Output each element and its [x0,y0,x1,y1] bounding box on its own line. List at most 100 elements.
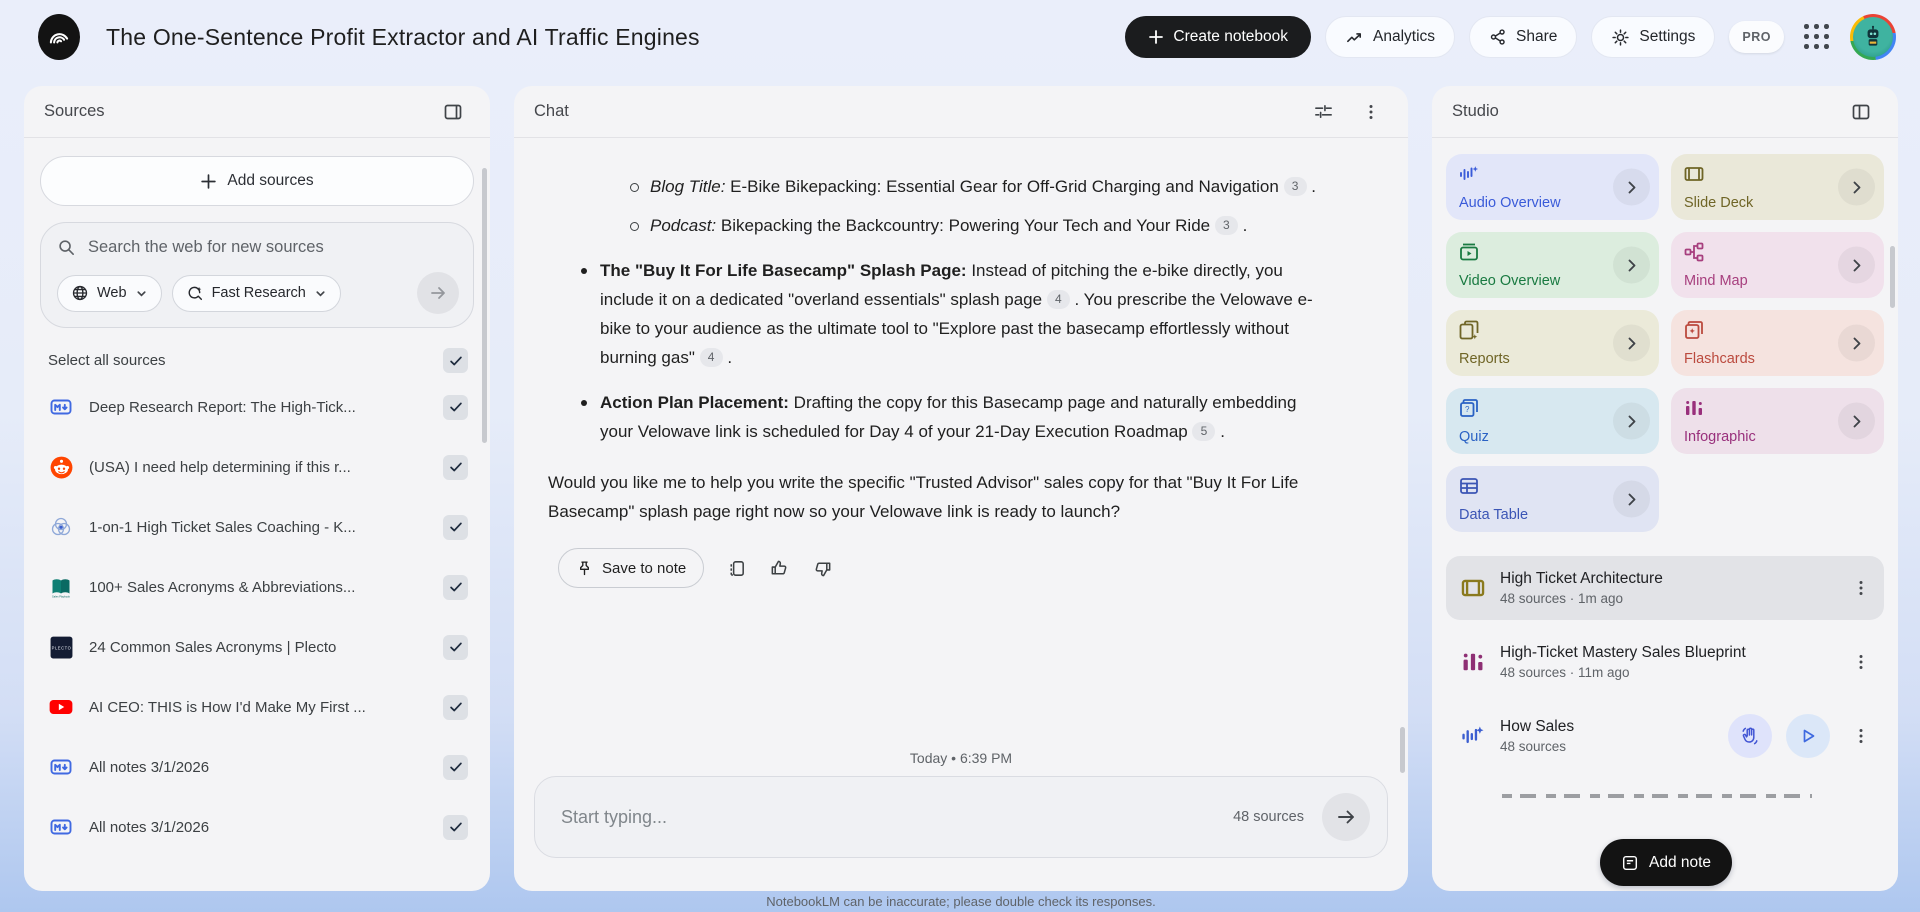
thumbs-up-icon[interactable] [769,558,790,579]
chevron-right-icon[interactable] [1613,402,1650,440]
source-item[interactable]: (USA) I need help determining if this r.… [40,437,474,497]
tile-label: Mind Map [1684,273,1748,289]
markdown-icon [49,755,73,779]
item-more-options-icon[interactable] [1844,719,1878,753]
analytics-icon [1345,28,1364,47]
source-item[interactable]: 1-on-1 High Ticket Sales Coaching - K... [40,497,474,557]
studio-tile-data-table[interactable]: Data Table [1446,466,1659,532]
chat-input[interactable] [561,806,1234,828]
source-checkbox[interactable] [443,814,468,840]
studio-tile-flashcards[interactable]: Flashcards [1671,310,1884,376]
citation-chip[interactable]: 3 [1214,216,1238,235]
studio-panel-title: Studio [1452,102,1499,120]
collapse-sources-panel-icon[interactable] [436,95,470,129]
search-input[interactable] [88,238,459,257]
citation-chip[interactable]: 3 [1283,177,1307,196]
collapse-studio-panel-icon[interactable] [1844,95,1878,129]
chat-text: Bikepacking the Backcountry: Powering Yo… [716,216,1215,235]
chevron-right-icon[interactable] [1838,168,1875,206]
source-checkbox[interactable] [443,694,468,720]
source-item[interactable]: Sales Playbook 100+ Sales Acronyms & Abbr… [40,557,474,617]
chat-text: Podcast: [650,216,717,235]
research-mode-dropdown[interactable]: Fast Research [171,274,341,312]
web-source-dropdown[interactable]: Web [57,274,162,312]
play-button[interactable] [1786,714,1830,758]
chevron-right-icon[interactable] [1613,480,1650,518]
studio-item[interactable]: High-Ticket Mastery Sales Blueprint 48 so… [1446,630,1884,694]
studio-item-title: High Ticket Architecture [1500,570,1663,587]
notebook-title[interactable]: The One-Sentence Profit Extractor and AI… [106,24,700,51]
gear-icon [1611,28,1630,47]
chevron-right-icon[interactable] [1838,402,1875,440]
add-note-button[interactable]: Add note [1600,839,1733,886]
chat-paragraph: The "Buy It For Life Basecamp" Splash Pa… [580,256,1322,372]
avatar[interactable] [1850,14,1896,60]
item-more-options-icon[interactable] [1844,571,1878,605]
chevron-right-icon[interactable] [1613,324,1650,362]
settings-button[interactable]: Settings [1591,16,1716,58]
infographic-icon [1683,397,1705,419]
chat-text: E-Bike Bikepacking: Essential Gear for O… [725,177,1284,196]
interactive-mode-button[interactable] [1728,714,1772,758]
notebooklm-logo-icon[interactable] [38,14,80,60]
studio-tile-audio-overview[interactable]: Audio Overview [1446,154,1659,220]
studio-tile-slide-deck[interactable]: Slide Deck [1671,154,1884,220]
studio-tile-mind-map[interactable]: Mind Map [1671,232,1884,298]
analytics-button[interactable]: Analytics [1324,16,1456,58]
plecto-icon: PLECTO [49,635,74,660]
share-button[interactable]: Share [1469,16,1578,58]
studio-item[interactable]: How Sales 48 sources [1446,704,1884,768]
studio-item-title: High-Ticket Mastery Sales Blueprint [1500,644,1746,661]
slide-deck-icon [1683,163,1705,185]
source-item[interactable]: Deep Research Report: The High-Tick... [40,377,474,437]
source-item[interactable]: All notes 3/1/2026 [40,797,474,857]
source-checkbox[interactable] [443,454,468,480]
studio-item[interactable]: High Ticket Architecture 48 sources · 1m … [1446,556,1884,620]
studio-tile-reports[interactable]: Reports [1446,310,1659,376]
source-title: (USA) I need help determining if this r.… [89,458,351,476]
source-checkbox[interactable] [443,754,468,780]
svg-text:?: ? [1465,405,1470,414]
create-notebook-button[interactable]: Create notebook [1125,16,1311,58]
book-icon: Sales Playbook [49,575,73,599]
chat-more-options-icon[interactable] [1354,95,1388,129]
source-item[interactable]: All notes 3/1/2026 [40,737,474,797]
plus-icon [1148,29,1164,45]
google-apps-grid-icon[interactable] [1804,24,1830,50]
studio-tile-quiz[interactable]: ? Quiz [1446,388,1659,454]
search-submit-button[interactable] [417,272,459,314]
thumbs-down-icon[interactable] [812,558,833,579]
chat-scrollbar[interactable] [1400,727,1405,773]
source-checkbox[interactable] [443,514,468,540]
citation-chip[interactable]: 4 [1046,290,1070,309]
studio-tile-infographic[interactable]: Infographic [1671,388,1884,454]
sources-panel: Sources Add sources Web Fast [24,86,490,891]
infographic-purple-icon [1460,649,1486,675]
chevron-right-icon[interactable] [1613,246,1650,284]
save-to-note-button[interactable]: Save to note [558,548,705,588]
venn-icon [49,515,73,539]
chevron-right-icon[interactable] [1838,324,1875,362]
add-sources-button[interactable]: Add sources [40,156,474,206]
citation-chip[interactable]: 4 [699,348,723,367]
source-item[interactable]: AI CEO: THIS is How I'd Make My First ..… [40,677,474,737]
send-button[interactable] [1322,793,1370,841]
copy-icon[interactable] [726,558,747,579]
tile-label: Flashcards [1684,351,1755,367]
item-more-options-icon[interactable] [1844,645,1878,679]
select-all-checkbox[interactable] [443,348,468,373]
studio-scrollbar[interactable] [1890,246,1895,308]
source-checkbox[interactable] [443,574,468,600]
chat-text: . [1306,177,1317,196]
markdown-icon [49,395,73,419]
sources-scrollbar[interactable] [482,168,487,443]
source-item[interactable]: PLECTO 24 Common Sales Acronyms | Plecto [40,617,474,677]
chevron-right-icon[interactable] [1613,168,1650,206]
source-checkbox[interactable] [443,394,468,420]
source-checkbox[interactable] [443,634,468,660]
citation-chip[interactable]: 5 [1192,422,1216,441]
chevron-right-icon[interactable] [1838,246,1875,284]
chat-settings-icon[interactable] [1306,95,1340,129]
source-title: 1-on-1 High Ticket Sales Coaching - K... [89,518,356,536]
studio-tile-video-overview[interactable]: Video Overview [1446,232,1659,298]
